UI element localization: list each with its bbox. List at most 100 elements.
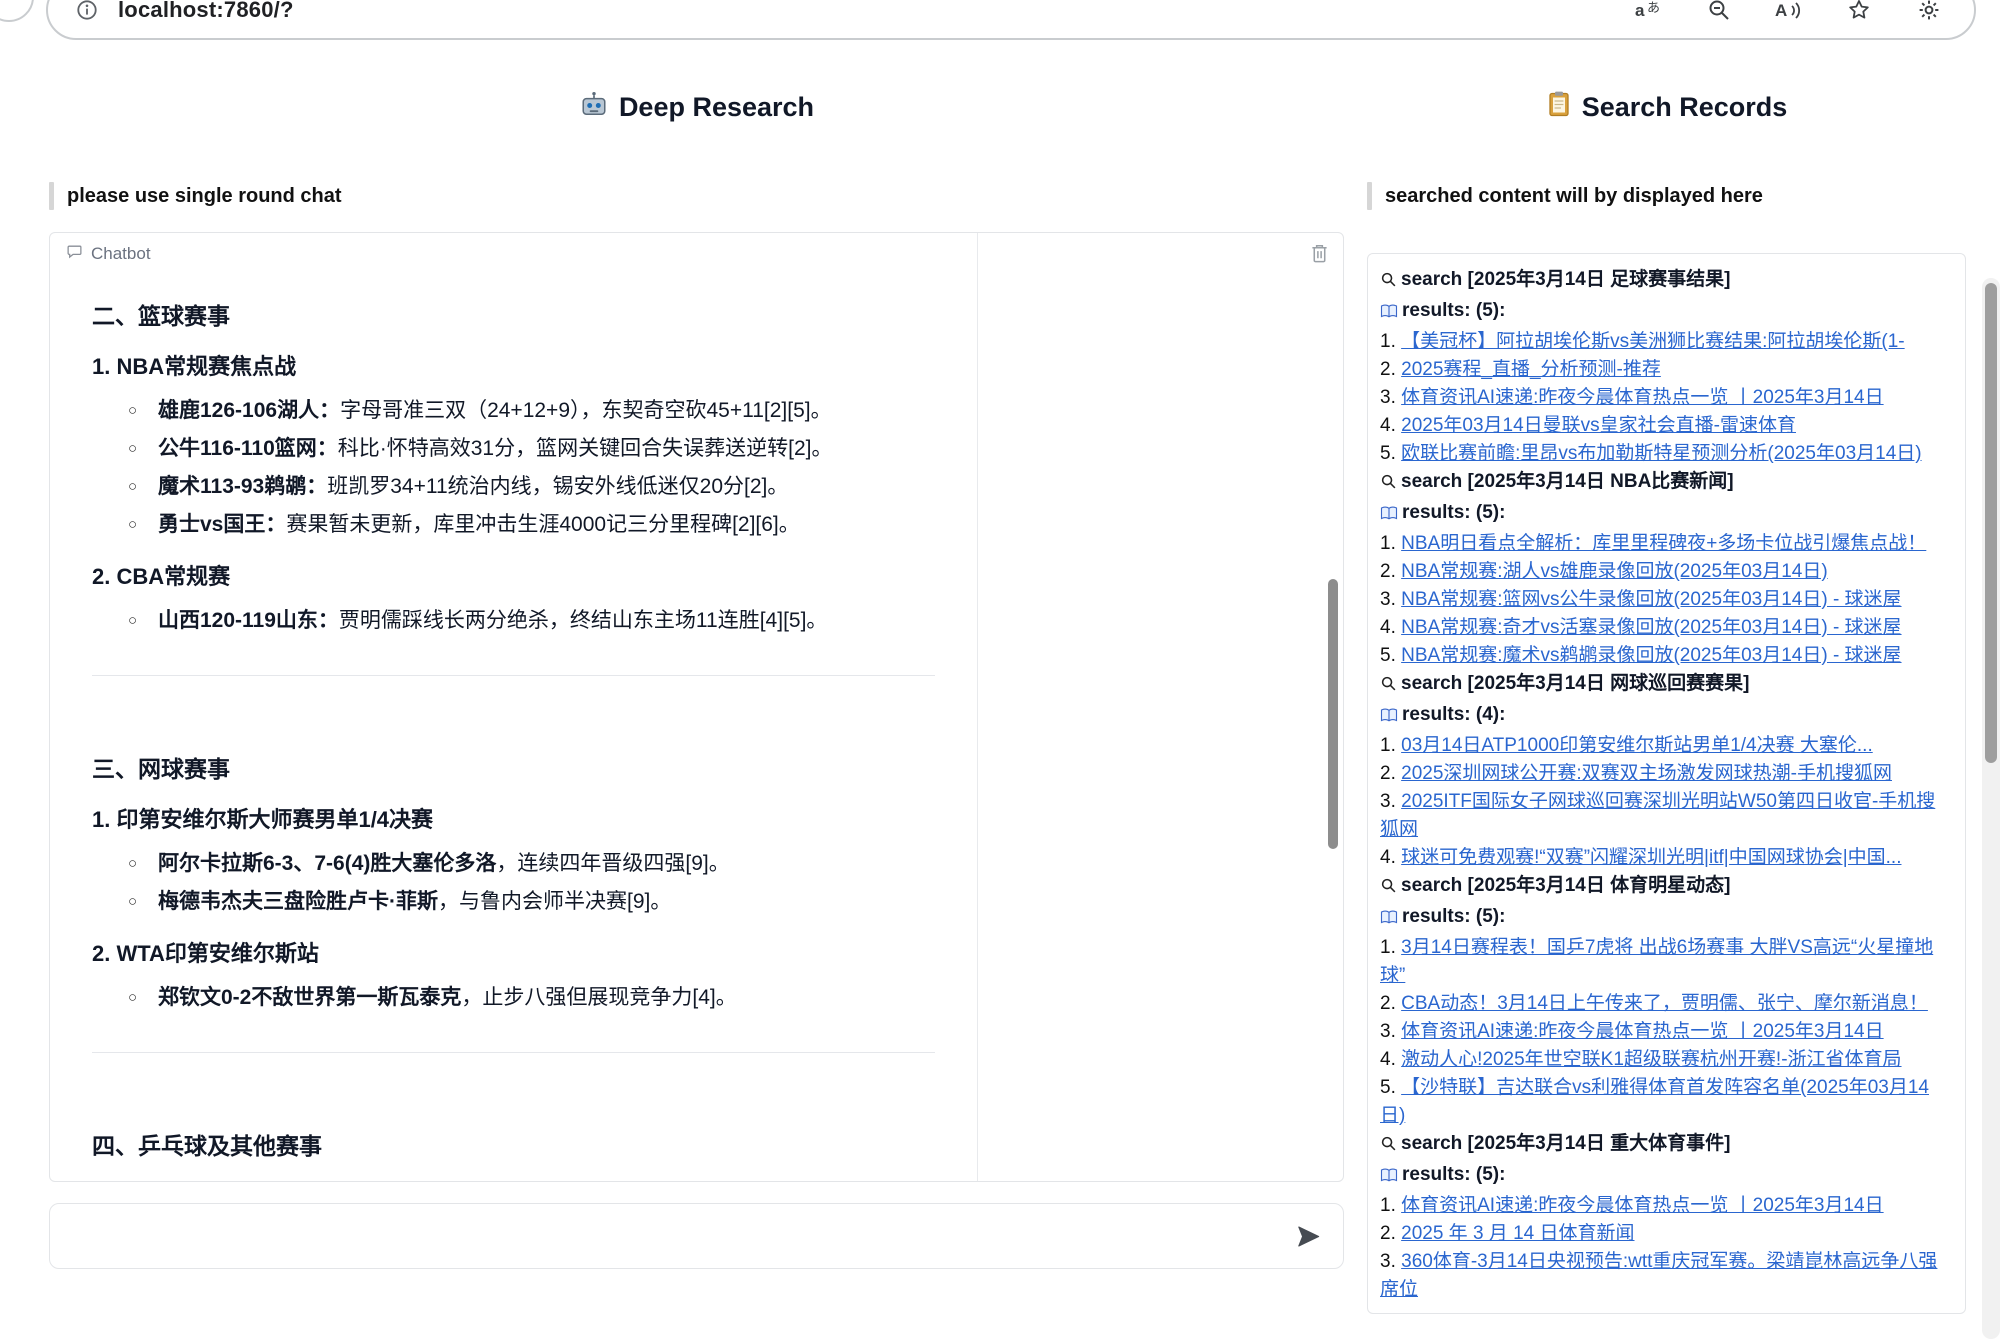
- result-number: 1.: [1380, 533, 1401, 554]
- bullet-lead: 勇士vs国王：: [158, 513, 286, 536]
- search-query-text: search [2025年3月14日 重大体育事件]: [1401, 1133, 1730, 1154]
- result-number: 3.: [1380, 589, 1401, 610]
- results-count-line: results: (5):: [1380, 903, 1953, 934]
- search-result-link[interactable]: 球迷可免费观赛!“双赛”闪耀深圳光明|itf|中国网球协会|中国...: [1401, 847, 1901, 868]
- chat-bubble-icon: [66, 243, 83, 265]
- page-scrollbar[interactable]: [1982, 278, 2000, 1339]
- result-number: 2.: [1380, 359, 1401, 380]
- read-aloud-icon[interactable]: A: [1774, 0, 1804, 24]
- right-hint: searched content will by displayed here: [1367, 182, 1966, 210]
- zoom-out-icon[interactable]: [1704, 0, 1734, 24]
- bullet-list: 阿尔卡拉斯6-3、7-6(4)胜大塞伦多洛，连续四年晋级四强[9]。梅德韦杰夫三…: [92, 850, 935, 916]
- search-result-link[interactable]: NBA常规赛:篮网vs公牛录像回放(2025年03月14日) - 球迷屋: [1401, 589, 1901, 610]
- bullet-text: ，连续四年晋级四强[9]。: [496, 852, 729, 875]
- result-number: 2.: [1380, 561, 1401, 582]
- chatbot-label: Chatbot: [91, 244, 151, 264]
- bullet-item: 郑钦文0-2不敌世界第一斯瓦泰克，止步八强但展现竞争力[4]。: [158, 984, 935, 1012]
- page-scrollbar-thumb[interactable]: [1985, 283, 1997, 763]
- bullet-lead: 公牛116-110篮网：: [158, 437, 338, 460]
- group-title: 1. WTT重庆冠军赛: [92, 1179, 935, 1181]
- book-icon: [1380, 502, 1398, 530]
- settings-icon[interactable]: [1914, 0, 1944, 24]
- search-result-item: 1. 体育资讯AI速递:昨夜今晨体育热点一览 丨2025年3月14日: [1380, 1192, 1953, 1220]
- bullet-text: 班凯罗34+11统治内线，锡安外线低迷仅20分[2]。: [327, 475, 788, 498]
- search-result-link[interactable]: 2025ITF国际女子网球巡回赛深圳光明站W50第四日收官-手机搜狐网: [1380, 791, 1935, 840]
- address-bar[interactable]: localhost:7860/? aあ A: [46, 0, 1976, 40]
- result-number: 4.: [1380, 617, 1401, 638]
- right-page-title: Search Records: [1367, 90, 1966, 124]
- result-number: 2.: [1380, 763, 1401, 784]
- robot-icon: [579, 90, 609, 125]
- result-number: 3.: [1380, 1021, 1401, 1042]
- right-page-title-text: Search Records: [1582, 92, 1788, 123]
- bullet-lead: 郑钦文0-2不敌世界第一斯瓦泰克: [158, 986, 461, 1009]
- page-body: Deep Research please use single round ch…: [0, 40, 2008, 1339]
- result-number: 3.: [1380, 1251, 1401, 1272]
- search-result-link[interactable]: NBA常规赛:奇才vs活塞录像回放(2025年03月14日) - 球迷屋: [1401, 617, 1901, 638]
- address-bar-actions: aあ A: [1634, 0, 1944, 24]
- bullet-lead: 雄鹿126-106湖人：: [158, 399, 340, 422]
- book-icon: [1380, 1164, 1398, 1192]
- result-number: 2.: [1380, 1223, 1401, 1244]
- search-result-link[interactable]: 03月14日ATP1000印第安维尔斯站男单1/4决赛 大塞伦...: [1401, 735, 1873, 756]
- message-divider: [92, 1052, 935, 1053]
- search-result-link[interactable]: 【沙特联】吉达联合vs利雅得体育首发阵容名单(2025年03月14日): [1380, 1077, 1929, 1126]
- book-icon: [1380, 300, 1398, 328]
- search-result-link[interactable]: 360体育-3月14日央视预告:wtt重庆冠军赛。梁靖崑林高远争八强席位: [1380, 1251, 1937, 1300]
- bullet-lead: 魔术113-93鹈鹕：: [158, 475, 327, 498]
- search-icon: [1380, 1133, 1397, 1161]
- search-result-link[interactable]: 【美冠杯】阿拉胡埃伦斯vs美洲狮比赛结果:阿拉胡埃伦斯(1-: [1401, 331, 1905, 352]
- search-result-item: 1. 03月14日ATP1000印第安维尔斯站男单1/4决赛 大塞伦...: [1380, 732, 1953, 760]
- search-result-link[interactable]: 2025深圳网球公开赛:双赛双主场激发网球热潮-手机搜狐网: [1401, 763, 1892, 784]
- bullet-item: 梅德韦杰夫三盘险胜卢卡·菲斯，与鲁内会师半决赛[9]。: [158, 888, 935, 916]
- search-result-item: 2. 2025深圳网球公开赛:双赛双主场激发网球热潮-手机搜狐网: [1380, 760, 1953, 788]
- search-result-item: 2. 2025 年 3 月 14 日体育新闻: [1380, 1220, 1953, 1248]
- search-result-link[interactable]: 3月14日赛程表！国乒7虎将 出战6场赛事 大胖VS高远“火星撞地球”: [1380, 937, 1933, 986]
- chat-scrollbar-thumb[interactable]: [1328, 579, 1338, 849]
- search-result-link[interactable]: CBA动态！3月14日上午传来了，贾明儒、张宁、摩尔新消息！: [1401, 993, 1928, 1014]
- chat-scroll-region[interactable]: 二、篮球赛事1. NBA常规赛焦点战雄鹿126-106湖人：字母哥准三双（24+…: [50, 233, 978, 1181]
- chat-input-row: [49, 1203, 1344, 1269]
- site-info-icon[interactable]: [72, 0, 102, 24]
- send-button[interactable]: [1289, 1217, 1327, 1255]
- bullet-list: 雄鹿126-106湖人：字母哥准三双（24+12+9），东契奇空砍45+11[2…: [92, 397, 935, 539]
- search-result-link[interactable]: 2025赛程_直播_分析预测-推荐: [1401, 359, 1661, 380]
- results-count-text: results: (5):: [1402, 502, 1505, 523]
- translate-icon[interactable]: aあ: [1634, 0, 1664, 24]
- search-result-item: 2. NBA常规赛:湖人vs雄鹿录像回放(2025年03月14日): [1380, 558, 1953, 586]
- search-query-line: search [2025年3月14日 体育明星动态]: [1380, 872, 1953, 903]
- search-result-link[interactable]: 2025 年 3 月 14 日体育新闻: [1401, 1223, 1634, 1244]
- book-icon: [1380, 704, 1398, 732]
- result-number: 1.: [1380, 937, 1401, 958]
- search-result-link[interactable]: 激动人心!2025年世空联K1超级联赛杭州开赛!-浙江省体育局: [1401, 1049, 1901, 1070]
- results-count-text: results: (5):: [1402, 906, 1505, 927]
- search-result-link[interactable]: NBA常规赛:湖人vs雄鹿录像回放(2025年03月14日): [1401, 561, 1828, 582]
- search-result-link[interactable]: 体育资讯AI速递:昨夜今晨体育热点一览 丨2025年3月14日: [1401, 1021, 1883, 1042]
- bullet-lead: 山西120-119山东：: [158, 609, 339, 632]
- search-result-link[interactable]: 欧联比赛前瞻:里昂vs布加勒斯特星预测分析(2025年03月14日): [1401, 443, 1921, 464]
- results-count-line: results: (5):: [1380, 297, 1953, 328]
- results-count-text: results: (4):: [1402, 704, 1505, 725]
- search-result-link[interactable]: 2025年03月14日曼联vs皇家社会直播-雷速体育: [1401, 415, 1796, 436]
- chat-input[interactable]: [70, 1224, 1289, 1249]
- favorites-star-icon[interactable]: [1844, 0, 1874, 24]
- search-records-panel[interactable]: search [2025年3月14日 足球赛事结果]results: (5):1…: [1367, 253, 1966, 1314]
- results-count-text: results: (5):: [1402, 1164, 1505, 1185]
- result-number: 4.: [1380, 847, 1401, 868]
- partial-toolbar-button: [0, 0, 34, 22]
- bullet-list: 山西120-119山东：贾明儒踩线长两分绝杀，终结山东主场11连胜[4][5]。: [92, 607, 935, 635]
- left-page-title-text: Deep Research: [619, 92, 814, 123]
- search-query-text: search [2025年3月14日 足球赛事结果]: [1401, 269, 1730, 290]
- search-result-link[interactable]: NBA常规赛:魔术vs鹈鹕录像回放(2025年03月14日) - 球迷屋: [1401, 645, 1901, 666]
- search-query-text: search [2025年3月14日 NBA比赛新闻]: [1401, 471, 1734, 492]
- search-result-item: 3. 360体育-3月14日央视预告:wtt重庆冠军赛。梁靖崑林高远争八强席位: [1380, 1248, 1953, 1304]
- group-title: 2. WTA印第安维尔斯站: [92, 936, 935, 968]
- result-number: 4.: [1380, 415, 1401, 436]
- book-icon: [1380, 906, 1398, 934]
- search-result-item: 5. NBA常规赛:魔术vs鹈鹕录像回放(2025年03月14日) - 球迷屋: [1380, 642, 1953, 670]
- search-result-link[interactable]: 体育资讯AI速递:昨夜今晨体育热点一览 丨2025年3月14日: [1401, 1195, 1883, 1216]
- search-result-link[interactable]: NBA明日看点全解析：库里里程碑夜+多场卡位战引爆焦点战！: [1401, 533, 1926, 554]
- search-query-line: search [2025年3月14日 重大体育事件]: [1380, 1130, 1953, 1161]
- clear-chat-button[interactable]: [1310, 243, 1329, 269]
- search-result-link[interactable]: 体育资讯AI速递:昨夜今晨体育热点一览 丨2025年3月14日: [1401, 387, 1883, 408]
